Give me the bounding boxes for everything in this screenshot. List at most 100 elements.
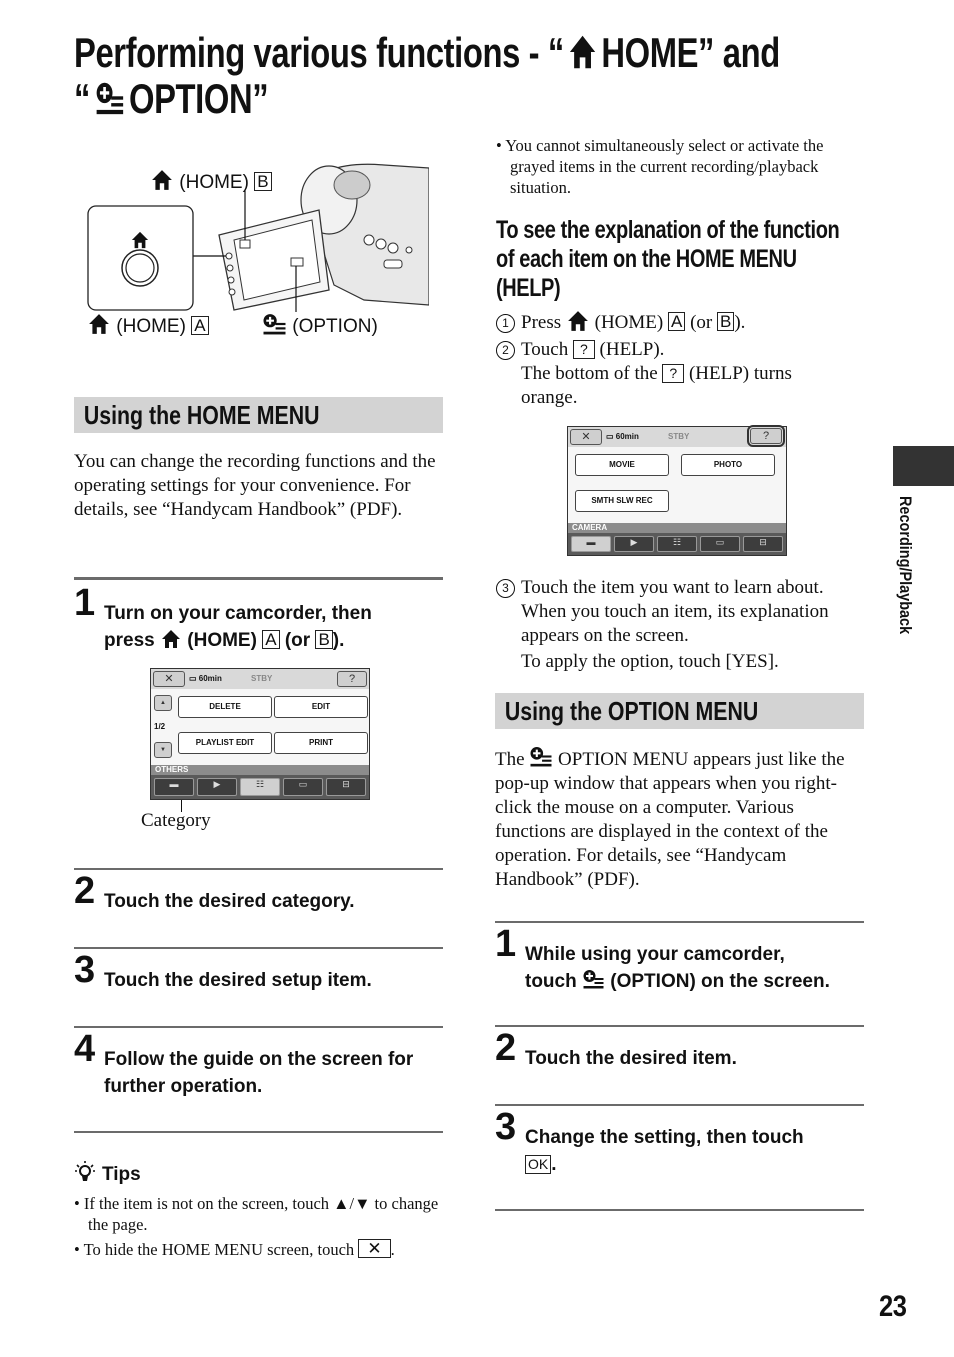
category-tabs: ▬ ▶ ☷ ▭ ⊟ xyxy=(151,775,369,799)
tab-settings[interactable]: ⊟ xyxy=(326,778,366,796)
step-line: Change the setting, then touch xyxy=(525,1127,804,1148)
step-circle-number: 1 xyxy=(496,314,515,333)
tab-camera[interactable]: ▬ xyxy=(571,536,611,552)
home-menu-intro: You can change the recording functions a… xyxy=(74,451,436,520)
page-up-button[interactable]: ▲ xyxy=(154,695,172,711)
divider xyxy=(495,1104,864,1106)
help-button[interactable]: ? xyxy=(337,671,367,687)
help-heading: To see the explanation of the function o… xyxy=(496,216,840,303)
label-text: (HOME) xyxy=(179,172,249,193)
menu-item-print[interactable]: PRINT xyxy=(274,732,368,754)
step-line: appears on the screen. xyxy=(521,625,689,646)
home-step-4: 4 Follow the guide on the screen for fur… xyxy=(74,1030,443,1100)
title-text: “ xyxy=(74,75,90,122)
option-step-2: 2 Touch the desired item. xyxy=(495,1029,864,1079)
title-text: Performing various functions - “ xyxy=(74,29,564,76)
intro-text: The xyxy=(495,749,525,770)
home-icon xyxy=(87,313,111,335)
menu-item-edit[interactable]: EDIT xyxy=(274,696,368,718)
step-text: Touch the desired item. xyxy=(525,1048,737,1069)
step-text: Turn on your camcorder, then press (HOME… xyxy=(104,600,372,654)
step-word: touch xyxy=(525,971,577,992)
others-icon: ☷ xyxy=(672,537,682,547)
step-line: further operation. xyxy=(104,1076,263,1097)
category-tabs: ▬ ▶ ☷ ▭ ⊟ xyxy=(568,533,786,555)
others-icon: ☷ xyxy=(255,779,265,789)
step-text: Change the setting, then touch OK. xyxy=(525,1124,804,1178)
help-box-icon: ? xyxy=(662,364,685,383)
step-number: 3 xyxy=(495,1106,517,1148)
menu-item-movie[interactable]: MOVIE xyxy=(575,454,669,476)
detail-text: orange. xyxy=(521,387,578,408)
menu-item-delete[interactable]: DELETE xyxy=(178,696,272,718)
section-heading-home-menu: Using the HOME MENU xyxy=(74,397,443,433)
step-text: Touch the desired category. xyxy=(104,891,355,912)
tab-memory[interactable]: ▭ xyxy=(700,536,740,552)
option-step-3: 3 Change the setting, then touch OK. xyxy=(495,1108,864,1178)
help-step-3: 3 Touch the item you want to learn about.… xyxy=(496,576,866,674)
label-option: (OPTION) xyxy=(262,313,378,338)
label-text: (HOME) xyxy=(116,316,186,337)
menu-item-playlist-edit[interactable]: PLAYLIST EDIT xyxy=(178,732,272,754)
title-text: HOME” and xyxy=(601,29,780,76)
step-text: Follow the guide on the screen for furth… xyxy=(104,1046,413,1100)
step-number: 1 xyxy=(495,923,517,965)
toolbox-icon: ⊟ xyxy=(342,779,350,789)
tip-text: To hide the HOME MENU screen, touch xyxy=(83,1240,355,1259)
step-number: 3 xyxy=(74,949,96,991)
page-number: 23 xyxy=(879,1290,907,1323)
tab-others[interactable]: ☷ xyxy=(240,778,280,796)
help-screen: ✕ ▭ 60min STBY ? MOVIE PHOTO SMTH SLW RE… xyxy=(567,425,787,556)
battery-indicator: ▭ 60min xyxy=(606,432,639,441)
divider xyxy=(74,947,443,949)
tab-playback[interactable]: ▶ xyxy=(197,778,237,796)
step-text: Touch the desired setup item. xyxy=(104,970,372,991)
heading-line: (HELP) xyxy=(496,274,561,302)
playback-icon: ▶ xyxy=(630,537,638,547)
status-text: STBY xyxy=(251,674,273,683)
divider xyxy=(74,577,443,580)
step-word: ). xyxy=(734,312,746,333)
close-button[interactable]: ✕ xyxy=(153,671,185,687)
playback-icon: ▶ xyxy=(213,779,221,789)
tip-text: If the item is not on the screen, touch … xyxy=(83,1194,439,1234)
tab-settings[interactable]: ⊟ xyxy=(743,536,783,552)
help-step-2: 2 Touch ? (HELP). xyxy=(496,338,664,362)
step-word: press xyxy=(104,630,155,651)
lightbulb-icon xyxy=(75,1161,95,1181)
tab-camera[interactable]: ▬ xyxy=(154,778,194,796)
detail-text: The bottom of the xyxy=(521,363,658,384)
step-text: While using your camcorder, touch (OPTIO… xyxy=(525,941,830,995)
page-down-button[interactable]: ▼ xyxy=(154,742,172,758)
step-word: (HELP). xyxy=(599,339,665,360)
tab-playback[interactable]: ▶ xyxy=(614,536,654,552)
home-menu-screen: ✕ ▭ 60min STBY ? ▲ 1/2 ▼ DELETE EDIT PLA… xyxy=(150,668,370,800)
ok-box-icon: OK xyxy=(525,1155,552,1174)
close-button[interactable]: ✕ xyxy=(570,429,602,445)
option-icon xyxy=(582,969,605,989)
step-word: . xyxy=(551,1154,557,1175)
battery-indicator: ▭ 60min xyxy=(189,674,222,683)
intro-text: OPTION MENU appears just like the pop-up… xyxy=(495,749,845,890)
step-line: touch (OPTION) on the screen. xyxy=(525,968,830,995)
option-icon xyxy=(529,746,553,767)
tab-others[interactable]: ☷ xyxy=(657,536,697,552)
step-circle-number: 2 xyxy=(496,341,515,360)
home-step-2: 2 Touch the desired category. xyxy=(74,872,443,922)
help-button-highlighted[interactable]: ? xyxy=(747,425,785,447)
chapter-label: Recording/Playback xyxy=(895,496,919,666)
memory-icon: ▭ xyxy=(715,537,725,547)
step-word: ). xyxy=(332,630,345,651)
home-icon xyxy=(569,34,597,70)
menu-item-smth-slw-rec[interactable]: SMTH SLW REC xyxy=(575,490,669,512)
step-number: 4 xyxy=(74,1028,96,1070)
tip-item: • If the item is not on the screen, touc… xyxy=(74,1194,439,1234)
menu-item-photo[interactable]: PHOTO xyxy=(681,454,775,476)
step-word: (OPTION) on the screen. xyxy=(610,971,830,992)
step-number: 2 xyxy=(495,1027,517,1069)
callout-box-b: B xyxy=(254,172,272,191)
tab-memory[interactable]: ▭ xyxy=(283,778,323,796)
step-word: Press xyxy=(521,312,562,333)
divider xyxy=(74,868,443,870)
battery-text: 60min xyxy=(198,674,222,683)
